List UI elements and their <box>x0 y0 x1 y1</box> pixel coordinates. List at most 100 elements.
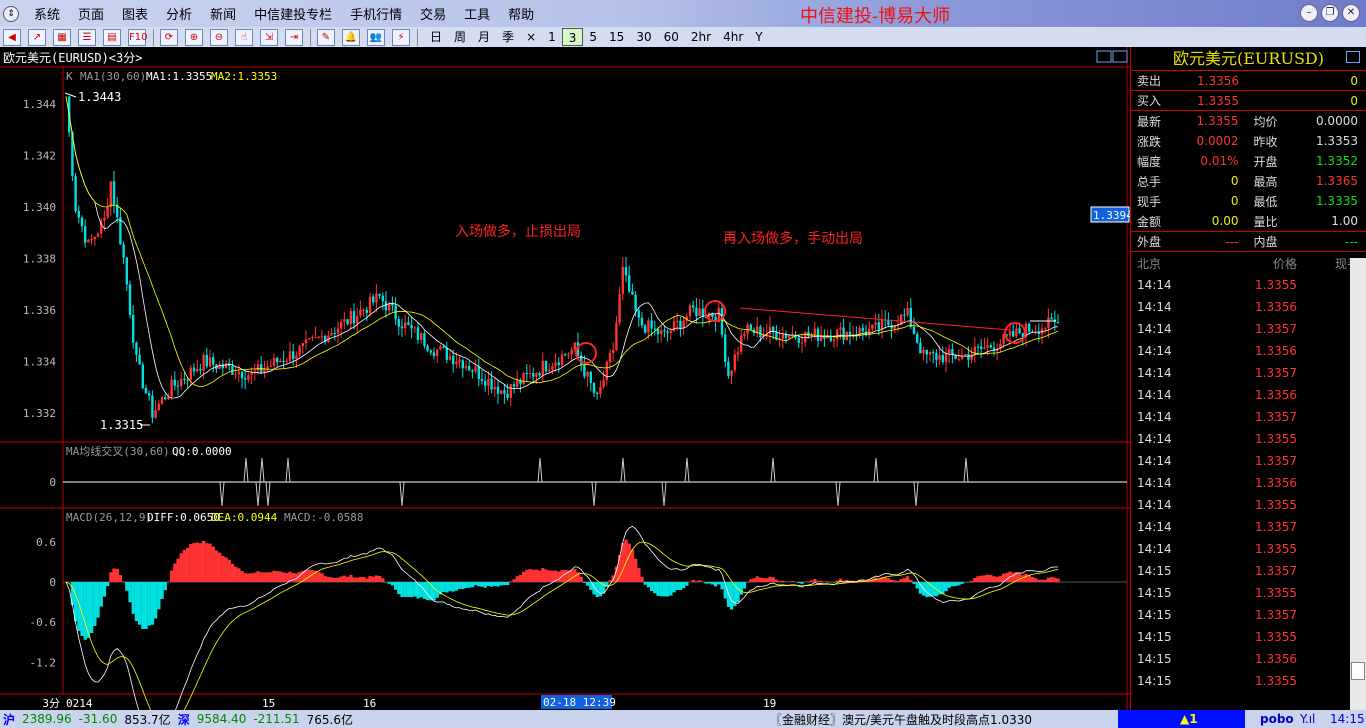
candle-body <box>260 364 263 373</box>
macd-bar <box>246 573 251 582</box>
period-2[interactable]: 月 <box>472 28 496 46</box>
candle-body <box>871 324 874 329</box>
list-icon[interactable]: ☰ <box>78 28 96 46</box>
macd-bar <box>426 582 430 601</box>
maximize-icon[interactable] <box>1346 51 1360 63</box>
tick-price: 1.3357 <box>1255 564 1297 578</box>
draw-tool-icon[interactable]: ☝ <box>235 28 253 46</box>
tick-scrollbar[interactable] <box>1350 258 1366 710</box>
alarm-icon[interactable]: 🔔 <box>342 28 360 46</box>
line-chart-icon[interactable]: ↗ <box>28 28 46 46</box>
import-icon[interactable]: ⇥ <box>285 28 303 46</box>
macd-bar <box>144 582 148 629</box>
candle-body <box>372 296 375 303</box>
period-1[interactable]: 周 <box>448 28 472 46</box>
candle-body <box>964 354 967 356</box>
minimize-button[interactable]: – <box>1300 4 1318 22</box>
users-icon[interactable]: 👥 <box>367 28 385 46</box>
candle-body <box>436 349 439 357</box>
candle-body <box>637 310 640 318</box>
refresh-icon[interactable]: ⟳ <box>160 28 178 46</box>
lightning-icon[interactable]: ⚡ <box>392 28 410 46</box>
kline-chart[interactable]: 欧元美元(EURUSD)<3分> K MA1(30,60) MA1:1.3355MA2… <box>0 47 1133 728</box>
macd-bar <box>806 581 811 582</box>
period-6[interactable]: 3 <box>561 28 584 46</box>
f10-icon[interactable]: F10 <box>128 28 147 46</box>
quote-value-2: 1.3365 <box>1315 174 1358 188</box>
cross-signal-spike <box>661 481 667 507</box>
menu-5[interactable]: 中信建投专栏 <box>245 8 341 23</box>
period-3[interactable]: 季 <box>496 28 520 46</box>
outer-value: --- <box>1225 234 1239 249</box>
menu-6[interactable]: 手机行情 <box>341 8 411 23</box>
macd-bar <box>320 573 324 582</box>
candle-body <box>877 322 880 330</box>
macd-bar <box>634 558 638 582</box>
tile-icon[interactable]: ▦ <box>53 28 71 46</box>
macd-bar <box>675 582 679 591</box>
candle-body <box>807 331 810 336</box>
candle-body <box>583 364 586 377</box>
system-menu-icon[interactable]: ⇕ <box>3 5 19 22</box>
period-9[interactable]: 30 <box>630 28 657 46</box>
macd-bar <box>694 581 699 582</box>
cross-signal-spike <box>873 457 879 483</box>
candle-body <box>272 357 276 366</box>
candle-body <box>375 293 378 303</box>
candle-body <box>269 365 272 367</box>
period-4[interactable]: × <box>520 28 542 46</box>
cross-signal-spike <box>591 481 597 507</box>
menu-8[interactable]: 工具 <box>455 8 499 23</box>
macd-bar <box>1034 578 1038 582</box>
back-icon[interactable]: ◀ <box>3 28 21 46</box>
menu-1[interactable]: 页面 <box>69 8 113 23</box>
candle-body <box>144 387 148 394</box>
edit-icon[interactable]: ✎ <box>317 28 335 46</box>
chart-area[interactable]: 欧元美元(EURUSD)<3分> K MA1(30,60) MA1:1.3355 MA2… <box>0 47 1133 728</box>
menu-4[interactable]: 新闻 <box>201 8 245 23</box>
candle-body <box>532 373 535 377</box>
candle-body <box>1018 328 1021 334</box>
menu-3[interactable]: 分析 <box>157 8 201 23</box>
period-12[interactable]: 4hr <box>717 28 749 46</box>
period-7[interactable]: 5 <box>583 28 603 46</box>
tick-time: 14:14 <box>1137 300 1172 314</box>
macd-bar <box>624 539 628 582</box>
alert-indicator[interactable]: ▲1 <box>1118 710 1245 728</box>
macd-bar <box>317 572 321 582</box>
macd-tick: -0.6 <box>30 616 57 629</box>
menu-0[interactable]: 系统 <box>25 8 69 23</box>
macd-bar <box>669 582 673 596</box>
period-0[interactable]: 日 <box>424 28 448 46</box>
macd-bar <box>1024 573 1028 582</box>
price-tick: 1.338 <box>23 253 56 266</box>
period-5[interactable]: 1 <box>542 28 562 46</box>
price-tick: 1.340 <box>23 201 56 214</box>
zoom-in-icon[interactable]: ⊕ <box>185 28 203 46</box>
period-13[interactable]: Y <box>749 28 768 46</box>
macd-bar <box>83 582 87 640</box>
period-11[interactable]: 2hr <box>685 28 717 46</box>
macd-bar <box>774 579 779 582</box>
restore-button[interactable]: ❐ <box>1321 4 1339 22</box>
cross-signal-spike <box>219 481 225 507</box>
menu-9[interactable]: 帮助 <box>499 8 543 23</box>
candle-body <box>346 319 349 325</box>
macd-bar <box>192 542 196 582</box>
export-icon[interactable]: ⇲ <box>260 28 278 46</box>
candle-body <box>445 347 448 360</box>
menu-2[interactable]: 图表 <box>113 8 157 23</box>
menu-bar: ⇕ 系统 页面 图表 分析 新闻 中信建投专栏 手机行情 交易 工具 帮助 中信建投-博易大师 –… <box>0 0 1366 27</box>
macd-bar <box>365 578 369 582</box>
cross-signal-spike <box>255 481 261 507</box>
report-icon[interactable]: ▤ <box>103 28 121 46</box>
menu-7[interactable]: 交易 <box>411 8 455 23</box>
tick-row: 14:141.33570 <box>1131 362 1366 384</box>
period-10[interactable]: 60 <box>658 28 685 46</box>
period-8[interactable]: 15 <box>603 28 630 46</box>
zoom-out-icon[interactable]: ⊖ <box>210 28 228 46</box>
close-button[interactable]: ✕ <box>1342 4 1360 22</box>
scroll-thumb[interactable] <box>1351 662 1365 680</box>
cross-signal-spike <box>684 457 690 483</box>
news-ticker[interactable]: 〖金融财经〗澳元/美元午盘触及时段高点1.0330 <box>770 711 1032 728</box>
